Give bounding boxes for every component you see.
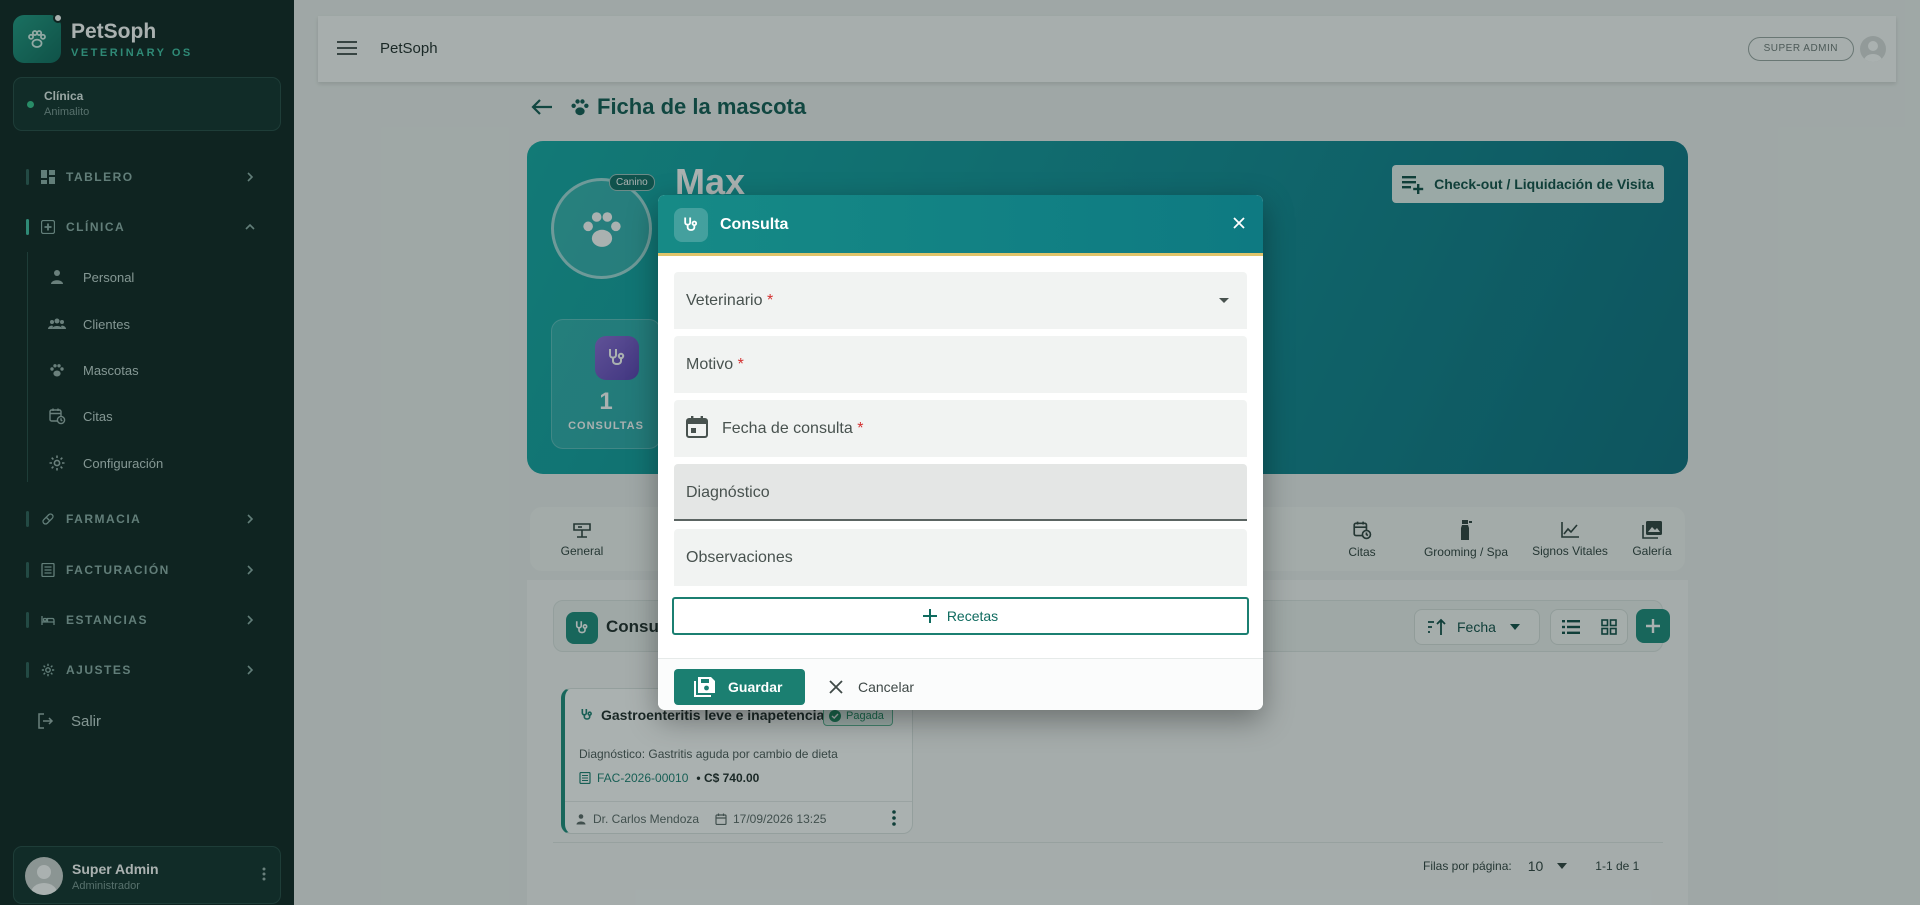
consultation-date-field[interactable]: Fecha de consulta * bbox=[674, 400, 1247, 457]
cancel-button[interactable]: Cancelar bbox=[828, 669, 914, 705]
diagnosis-label: Diagnóstico bbox=[686, 484, 770, 501]
dialog-header: Consulta bbox=[658, 195, 1263, 256]
veterinarian-select[interactable]: Veterinario * bbox=[674, 272, 1247, 329]
observations-field[interactable]: Observaciones bbox=[674, 529, 1247, 586]
close-icon[interactable] bbox=[1233, 217, 1245, 229]
calendar-icon[interactable] bbox=[686, 416, 708, 438]
caret-down-icon bbox=[1219, 298, 1229, 303]
cancel-label: Cancelar bbox=[858, 679, 915, 695]
consultation-date-label: Fecha de consulta * bbox=[722, 420, 864, 437]
consultation-dialog: Consulta Veterinario * Motivo * Fecha de… bbox=[658, 195, 1263, 710]
observations-label: Observaciones bbox=[686, 549, 793, 566]
reason-field[interactable]: Motivo * bbox=[674, 336, 1247, 393]
save-icon bbox=[694, 677, 715, 697]
veterinarian-label: Veterinario * bbox=[686, 292, 774, 309]
stethoscope-icon bbox=[674, 208, 708, 242]
save-button[interactable]: Guardar bbox=[674, 669, 805, 705]
add-prescription-button[interactable]: Recetas bbox=[672, 597, 1249, 635]
reason-label: Motivo * bbox=[686, 356, 744, 373]
prescription-label: Recetas bbox=[946, 608, 999, 624]
dialog-title: Consulta bbox=[720, 216, 789, 233]
save-label: Guardar bbox=[728, 679, 783, 695]
diagnosis-field[interactable]: Diagnóstico bbox=[674, 464, 1247, 521]
plus-icon bbox=[922, 609, 937, 623]
close-icon bbox=[829, 680, 843, 694]
dialog-footer: Guardar Cancelar bbox=[658, 658, 1263, 710]
